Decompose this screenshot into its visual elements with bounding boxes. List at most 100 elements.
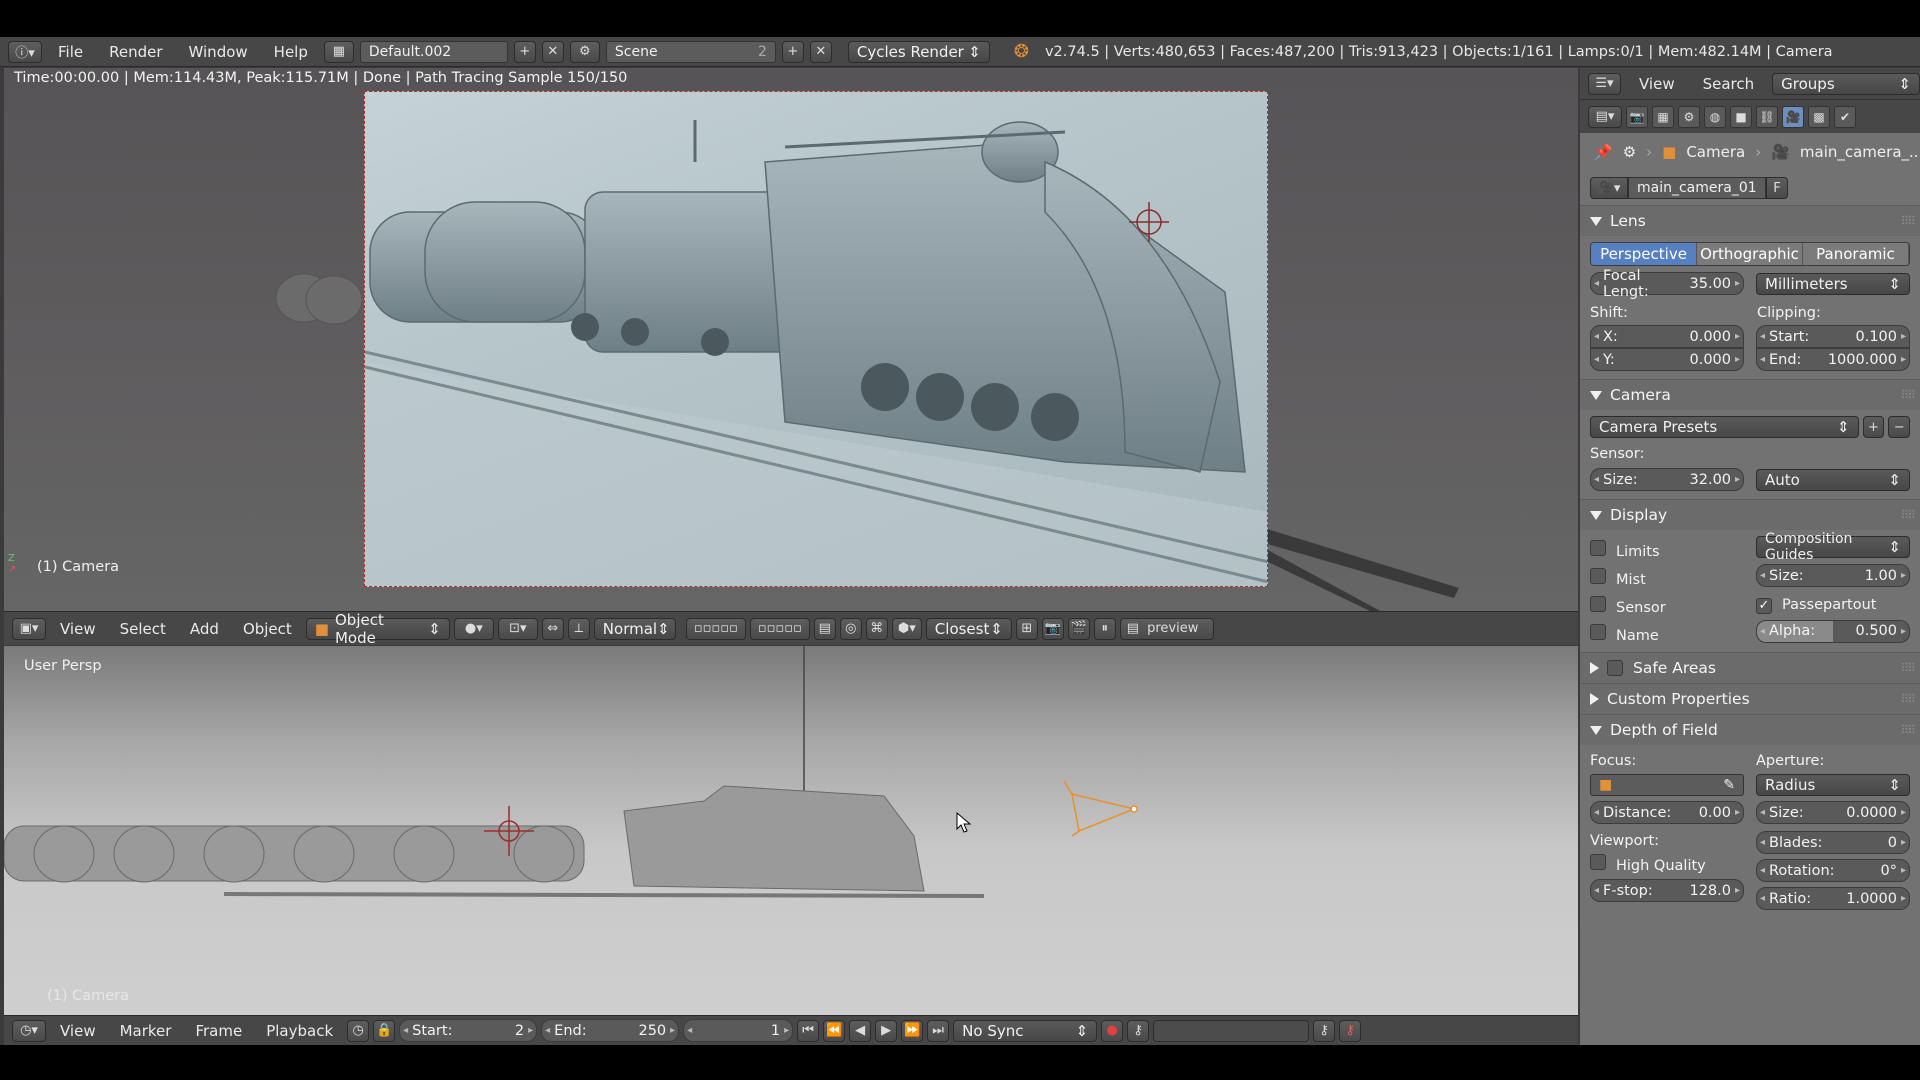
render-tab-icon[interactable]: 📷 <box>1626 105 1648 128</box>
pin-icon[interactable]: 📌 <box>1594 143 1613 161</box>
panel-grip-icon[interactable]: ⠿⠿ <box>1900 692 1916 706</box>
align-rotation-icon[interactable]: ⊞ <box>1015 617 1038 640</box>
rotation-field[interactable]: Rotation: 0° <box>1756 859 1910 882</box>
delete-layout-icon[interactable]: ✕ <box>541 40 564 63</box>
render-animation-icon[interactable]: 🎬 <box>1067 617 1090 640</box>
keying-set-field[interactable] <box>1153 1019 1310 1042</box>
proportional-edit-icon[interactable]: ◎ <box>839 617 862 640</box>
alpha-slider[interactable]: Alpha: 0.500 <box>1756 619 1910 643</box>
world-tab-icon[interactable]: ◍ <box>1704 105 1726 128</box>
snap-element-icon[interactable]: ⬢▾ <box>891 617 922 640</box>
orthographic-button[interactable]: Orthographic <box>1697 243 1803 265</box>
mist-checkbox[interactable]: Mist <box>1590 568 1744 588</box>
dof-panel-header[interactable]: Depth of Field ⠿⠿ <box>1580 715 1920 745</box>
insert-keyframe-icon[interactable]: ⚷ <box>1313 1019 1336 1042</box>
camera-panel-header[interactable]: Camera ⠿⠿ <box>1580 380 1920 410</box>
render-engine-dropdown[interactable]: Cycles Render ⇕ <box>847 40 990 63</box>
fstop-field[interactable]: F-stop: 128.0 <box>1590 879 1744 902</box>
mode-dropdown[interactable]: ■ Object Mode ⇕ <box>305 611 450 647</box>
next-keyframe-icon[interactable]: ⏩ <box>901 1019 924 1042</box>
shift-y-field[interactable]: Y: 0.000 <box>1590 348 1744 371</box>
physics-tab-icon[interactable]: ✔ <box>1834 105 1856 128</box>
delete-keyframe-icon[interactable]: ⚷ <box>1339 1019 1362 1042</box>
jump-start-icon[interactable]: ⏮ <box>797 1019 820 1042</box>
shift-x-field[interactable]: X: 0.000 <box>1590 325 1744 348</box>
menu-help[interactable]: Help <box>264 43 318 61</box>
render-still-icon[interactable]: 📷 <box>1041 617 1064 640</box>
scene-tab-icon[interactable]: ⚙ <box>1678 105 1700 128</box>
snap-target-dropdown[interactable]: Closest ⇕ <box>925 617 1012 640</box>
render-layer-toggle-icon[interactable]: ⏸ <box>1093 617 1116 640</box>
sensor-fit-dropdown[interactable]: Auto ⇕ <box>1756 468 1910 491</box>
composition-guides-dropdown[interactable]: Composition Guides ⇕ <box>1756 531 1910 563</box>
editor-type-timeline-icon[interactable]: ◷▾ <box>12 1019 46 1042</box>
end-frame-field[interactable]: End: 250 <box>541 1019 680 1042</box>
delete-scene-icon[interactable]: ✕ <box>809 40 832 63</box>
add-preset-icon[interactable]: + <box>1862 416 1885 438</box>
fake-user-button[interactable]: F <box>1766 177 1788 199</box>
blades-field[interactable]: Blades: 0 <box>1756 831 1910 854</box>
sync-dropdown[interactable]: No Sync ⇕ <box>953 1019 1098 1042</box>
lens-panel-header[interactable]: Lens ⠿⠿ <box>1580 206 1920 236</box>
name-checkbox[interactable]: Name <box>1590 624 1744 644</box>
menu-playback[interactable]: Playback <box>256 1022 343 1040</box>
lock-range-icon[interactable]: 🔒 <box>373 1019 396 1042</box>
aperture-type-dropdown[interactable]: Radius ⇕ <box>1756 774 1910 796</box>
play-icon[interactable]: ▶ <box>875 1019 898 1042</box>
eyedropper-icon[interactable]: ✎ <box>1723 777 1735 793</box>
menu-object[interactable]: Object <box>233 620 302 638</box>
preview-range-icon[interactable]: ◷ <box>347 1019 370 1042</box>
sensor-size-field[interactable]: Size: 32.00 <box>1590 468 1745 491</box>
clip-end-field[interactable]: End: 1000.000 <box>1756 348 1910 371</box>
render-layers-tab-icon[interactable]: ▦ <box>1652 105 1674 128</box>
menu-frame[interactable]: Frame <box>185 1022 252 1040</box>
prev-keyframe-icon[interactable]: ⏪ <box>823 1019 846 1042</box>
editor-type-properties-icon[interactable]: ▤▾ <box>1588 105 1622 128</box>
ratio-field[interactable]: Ratio: 1.0000 <box>1756 887 1910 910</box>
perspective-button[interactable]: Perspective <box>1591 243 1697 265</box>
clip-start-field[interactable]: Start: 0.100 <box>1756 325 1910 348</box>
datablock-name-field[interactable]: main_camera_01 <box>1628 177 1766 199</box>
sensor-checkbox[interactable]: Sensor <box>1590 596 1744 616</box>
record-icon[interactable]: ● <box>1101 1019 1124 1042</box>
lens-unit-dropdown[interactable]: Millimeters ⇕ <box>1756 272 1910 295</box>
camera-data-tab-icon[interactable]: 🎥 <box>1782 105 1804 128</box>
texture-tab-icon[interactable]: ▩ <box>1808 105 1830 128</box>
constraints-tab-icon[interactable]: ⛓ <box>1756 105 1778 128</box>
play-reverse-icon[interactable]: ◀ <box>849 1019 872 1042</box>
panel-grip-icon[interactable]: ⠿⠿ <box>1900 723 1916 737</box>
menu-window[interactable]: Window <box>179 43 258 61</box>
manipulator-icon[interactable]: ⇔ <box>541 617 564 640</box>
perspective-viewport[interactable]: User Persp (1) Camera <box>4 646 1578 1015</box>
lock-layers-icon[interactable]: ▤ <box>813 617 836 640</box>
menu-search[interactable]: Search <box>1693 75 1765 93</box>
safe-areas-header[interactable]: Safe Areas ⠿⠿ <box>1580 653 1920 683</box>
panoramic-button[interactable]: Panoramic <box>1803 243 1909 265</box>
display-size-field[interactable]: Size: 1.00 <box>1756 564 1910 587</box>
transform-orientation-icon[interactable]: ⟂ <box>567 617 590 640</box>
datablock-browse-icon[interactable]: 🎥▾ <box>1590 177 1628 199</box>
editor-type-info-icon[interactable]: ⓘ▾ <box>8 40 42 63</box>
display-mode-dropdown[interactable]: Groups ⇕ <box>1772 72 1920 95</box>
panel-grip-icon[interactable]: ⠿⠿ <box>1900 388 1916 402</box>
passepartout-checkbox[interactable]: ✓ Passepartout <box>1756 597 1910 614</box>
focal-length-field[interactable]: Focal Lengt: 35.00 <box>1590 268 1745 300</box>
start-frame-field[interactable]: Start: 2 <box>399 1019 538 1042</box>
panel-grip-icon[interactable]: ⠿⠿ <box>1900 214 1916 228</box>
keying-set-icon[interactable]: ⚷ <box>1127 1019 1150 1042</box>
orientation-dropdown[interactable]: Normal ⇕ <box>593 617 676 640</box>
layers-grid-a[interactable]: ▫▫▫▫▫ <box>685 617 746 640</box>
add-layout-icon[interactable]: + <box>513 40 536 63</box>
current-frame-field[interactable]: 1 <box>683 1019 794 1042</box>
high-quality-checkbox[interactable]: High Quality <box>1590 854 1744 874</box>
pivot-point-icon[interactable]: ⊡▾ <box>497 617 538 640</box>
menu-view[interactable]: View <box>50 620 106 638</box>
menu-render[interactable]: Render <box>99 43 172 61</box>
screen-layout-icon[interactable]: ▦ <box>323 40 354 63</box>
object-tab-icon[interactable]: ■ <box>1730 105 1752 128</box>
layers-grid-b[interactable]: ▫▫▫▫▫ <box>749 617 810 640</box>
menu-file[interactable]: File <box>48 43 93 61</box>
panel-grip-icon[interactable]: ⠿⠿ <box>1900 661 1916 675</box>
camera-viewport[interactable]: Time:00:00.00 | Mem:114.43M, Peak:115.71… <box>4 68 1578 611</box>
panel-grip-icon[interactable]: ⠿⠿ <box>1900 508 1916 522</box>
